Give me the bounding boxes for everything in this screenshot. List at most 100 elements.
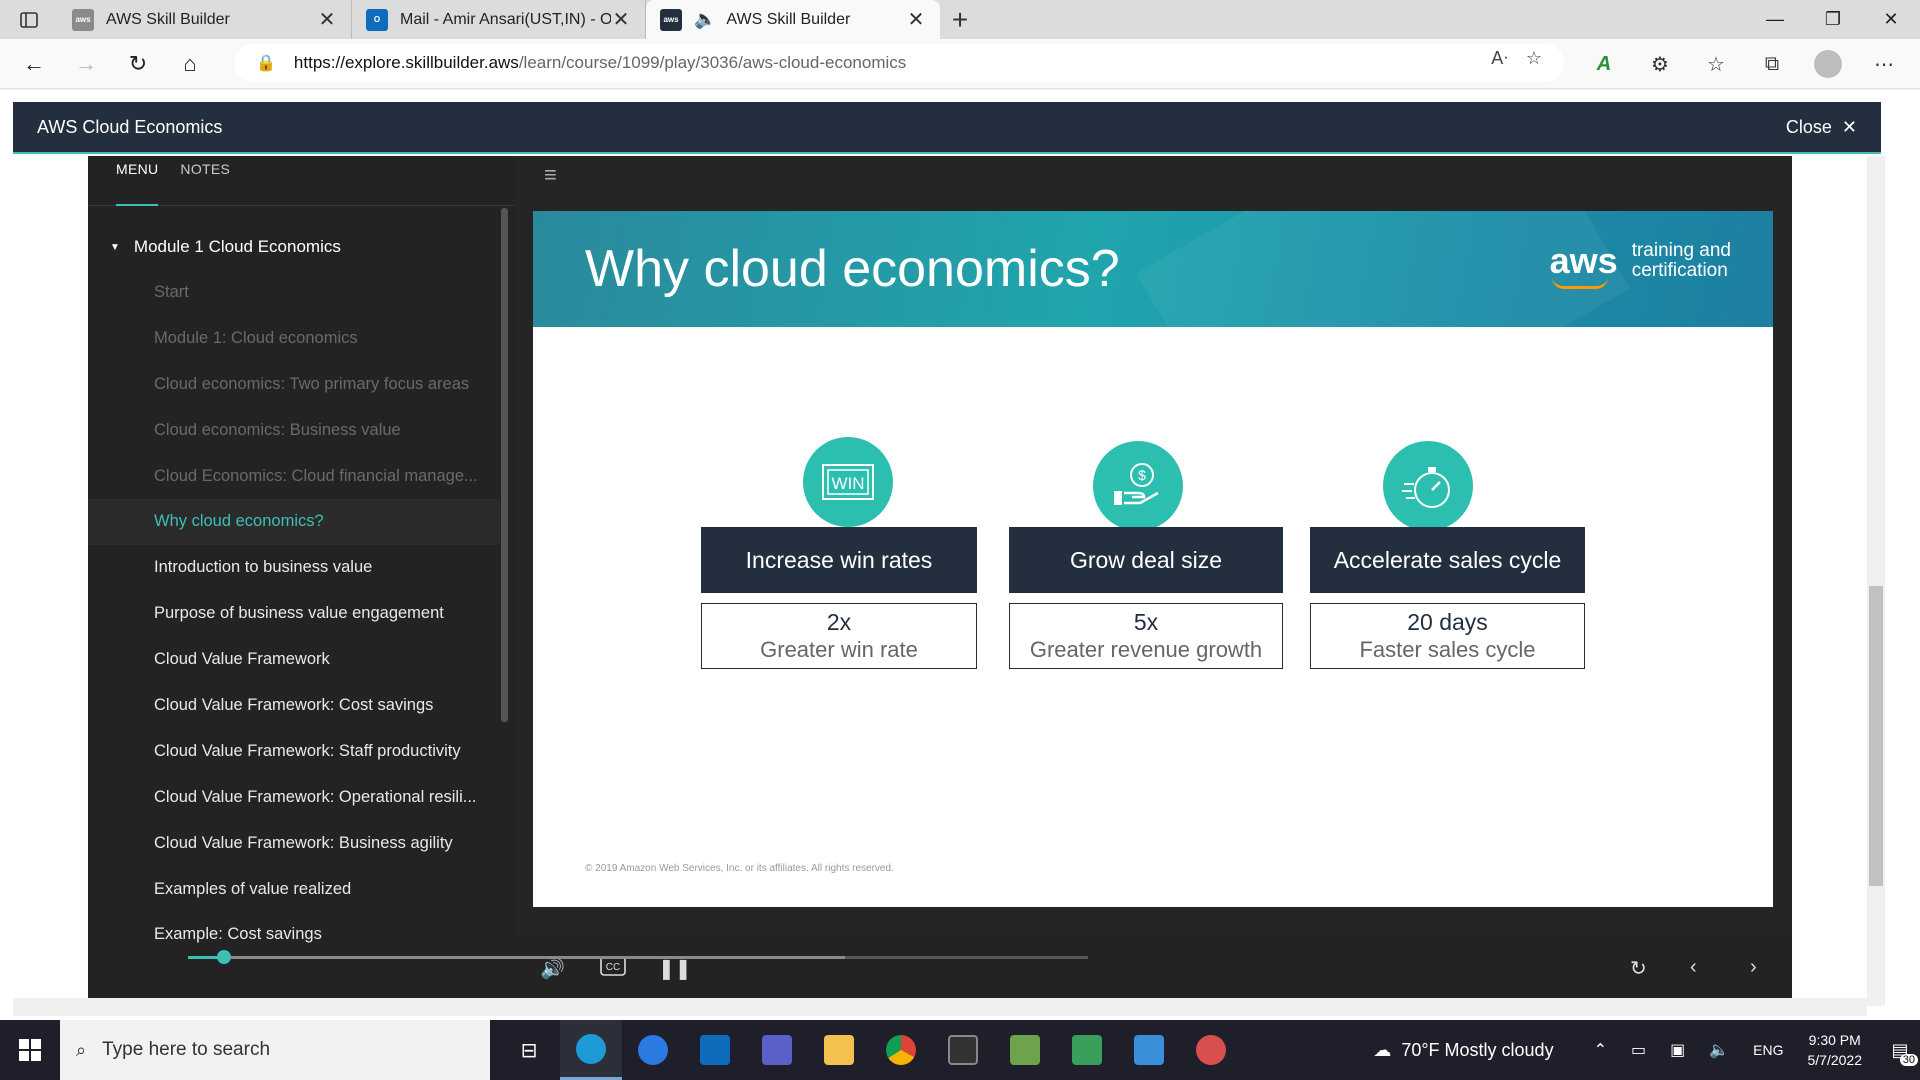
back-icon[interactable]: ←	[8, 42, 60, 86]
toolbar-right: A ⚙ ☆ ⧉ ⋯	[1576, 42, 1912, 86]
lesson-item[interactable]: Cloud Value Framework: Staff productivit…	[88, 729, 500, 775]
new-tab-button[interactable]: +	[940, 0, 980, 39]
lesson-item[interactable]: Example: Cost savings	[88, 912, 500, 958]
language-indicator[interactable]: ENG	[1753, 1042, 1783, 1058]
lesson-item[interactable]: Cloud Value Framework: Cost savings	[88, 683, 500, 729]
paint-app-icon[interactable]	[1180, 1020, 1242, 1080]
tab-title: AWS Skill Builder	[106, 10, 230, 28]
close-tab-icon[interactable]: ✕	[317, 7, 337, 32]
logo-line-1: training and	[1631, 240, 1731, 261]
lesson-item[interactable]: Cloud economics: Business value	[88, 408, 500, 454]
favorites-icon[interactable]: ☆	[1688, 42, 1744, 86]
module-header[interactable]: ▼ Module 1 Cloud Economics	[88, 224, 514, 270]
lesson-item[interactable]: Examples of value realized	[88, 867, 500, 913]
page-vertical-scrollbar[interactable]	[1867, 156, 1885, 1006]
lesson-item[interactable]: Module 1: Cloud economics	[88, 316, 500, 362]
hamburger-menu-icon[interactable]: ≡	[544, 162, 557, 188]
weather-text: 70°F Mostly cloudy	[1401, 1039, 1554, 1060]
next-icon[interactable]: ›	[1750, 956, 1757, 979]
aws-logo-text: aws	[1549, 240, 1618, 289]
r-app-icon[interactable]	[932, 1020, 994, 1080]
search-icon: ⌕	[76, 1039, 87, 1060]
close-label: Close	[1785, 116, 1832, 137]
previous-icon[interactable]: ‹	[1690, 956, 1697, 979]
close-tab-icon[interactable]: ✕	[906, 7, 926, 32]
maximize-icon[interactable]: ❐	[1804, 0, 1862, 39]
svg-text:CC: CC	[606, 962, 620, 973]
lesson-item[interactable]: Cloud economics: Two primary focus areas	[88, 362, 500, 408]
forward-icon[interactable]: →	[60, 42, 112, 86]
browser-tab-2[interactable]: O Mail - Amir Ansari(UST,IN) - Outl ✕	[352, 0, 646, 39]
refresh-icon[interactable]: ↻	[112, 42, 164, 86]
weather-widget[interactable]: ☁ 70°F Mostly cloudy	[1373, 1040, 1553, 1061]
network-icon[interactable]: ▣	[1670, 1040, 1685, 1060]
collections-icon[interactable]: ⧉	[1744, 42, 1800, 86]
window-controls: — ❐ ✕	[1746, 0, 1920, 39]
volume-icon[interactable]: 🔊	[540, 956, 565, 981]
lesson-item[interactable]: Cloud Value Framework: Business agility	[88, 821, 500, 867]
outlook-icon[interactable]	[684, 1020, 746, 1080]
extensions-icon[interactable]: ⚙	[1632, 42, 1688, 86]
read-aloud-icon[interactable]: Aᐧ	[1491, 48, 1508, 69]
close-tab-icon[interactable]: ✕	[611, 7, 631, 32]
close-course-button[interactable]: Close ✕	[1786, 117, 1857, 138]
url-host: https://explore.skillbuilder.aws	[293, 53, 519, 72]
page-horizontal-scrollbar[interactable]	[13, 998, 1867, 1016]
chevron-up-icon[interactable]: ⌃	[1594, 1040, 1607, 1060]
media-app-icon[interactable]	[1056, 1020, 1118, 1080]
notification-icon[interactable]: ▤ 30	[1880, 1030, 1920, 1070]
profile-avatar[interactable]	[1814, 50, 1842, 78]
chrome-icon[interactable]	[870, 1020, 932, 1080]
sidebar-scrollbar[interactable]	[501, 208, 508, 722]
scrollbar-thumb[interactable]	[1869, 586, 1883, 886]
lesson-item[interactable]: Introduction to business value	[88, 545, 500, 591]
browser-tab-3[interactable]: aws 🔈 AWS Skill Builder ✕	[646, 0, 940, 39]
browser-tab-1[interactable]: aws AWS Skill Builder ✕	[58, 0, 352, 39]
tab-notes[interactable]: NOTES	[180, 156, 230, 206]
home-icon[interactable]: ⌂	[164, 42, 216, 86]
clock[interactable]: 9:30 PM 5/7/2022	[1808, 1030, 1863, 1070]
lesson-item[interactable]: Cloud Value Framework: Operational resil…	[88, 775, 500, 821]
slide-title: Why cloud economics?	[585, 240, 1120, 298]
more-menu-icon[interactable]: ⋯	[1856, 42, 1912, 86]
pause-icon[interactable]: ❚❚	[658, 956, 692, 981]
lesson-item[interactable]: Start	[88, 270, 500, 316]
speaker-icon[interactable]: 🔈	[694, 9, 716, 30]
battery-icon[interactable]: ▭	[1631, 1040, 1646, 1060]
win-icon: WIN	[803, 437, 893, 527]
tab-menu[interactable]: MENU	[116, 156, 159, 206]
system-tray: ☁ 70°F Mostly cloudy ⌃ ▭ ▣ 🔈 ENG 9:30 PM…	[1373, 1020, 1920, 1080]
tab-actions-icon[interactable]	[0, 0, 58, 39]
aws-wordmark: aws	[1549, 240, 1618, 281]
closed-captions-icon[interactable]: CC	[600, 956, 626, 982]
lesson-item[interactable]: Purpose of business value engagement	[88, 591, 500, 637]
clock-time: 9:30 PM	[1808, 1032, 1861, 1048]
lesson-item[interactable]: Why cloud economics?	[88, 499, 500, 546]
minimize-icon[interactable]: —	[1746, 0, 1804, 39]
file-explorer-icon[interactable]	[808, 1020, 870, 1080]
maps-icon[interactable]	[622, 1020, 684, 1080]
aws-logo: aws training and certification	[1549, 240, 1731, 289]
windows-start-icon[interactable]	[0, 1020, 60, 1080]
module-title: Module 1 Cloud Economics	[133, 237, 341, 256]
windows-taskbar: ⌕ Type here to search ⊟ ☁ 70°F Mostly cl…	[0, 1020, 1920, 1080]
address-bar[interactable]: 🔒 https://explore.skillbuilder.aws/learn…	[234, 44, 1564, 82]
lesson-item[interactable]: Cloud Economics: Cloud financial manage.…	[88, 454, 500, 500]
sidebar-tabs: MENU NOTES	[88, 156, 514, 206]
close-window-icon[interactable]: ✕	[1862, 0, 1920, 39]
clock-date: 5/7/2022	[1807, 1052, 1863, 1068]
taskbar-search[interactable]: ⌕ Type here to search	[60, 1020, 490, 1080]
tab-title: AWS Skill Builder	[726, 10, 851, 28]
spreadsheet-app-icon[interactable]	[994, 1020, 1056, 1080]
teams-icon[interactable]	[746, 1020, 808, 1080]
add-favorite-icon[interactable]: ☆	[1526, 48, 1542, 69]
volume-tray-icon[interactable]: 🔈	[1709, 1040, 1729, 1060]
edge-icon[interactable]	[560, 1020, 622, 1080]
replay-icon[interactable]: ↻	[1630, 956, 1647, 981]
photos-icon[interactable]	[1118, 1020, 1180, 1080]
lock-icon[interactable]: 🔒	[256, 53, 276, 73]
progress-knob[interactable]	[217, 950, 231, 964]
lesson-item[interactable]: Cloud Value Framework	[88, 637, 500, 683]
extension-a-icon[interactable]: A	[1576, 42, 1632, 86]
task-view-icon[interactable]: ⊟	[498, 1020, 560, 1080]
